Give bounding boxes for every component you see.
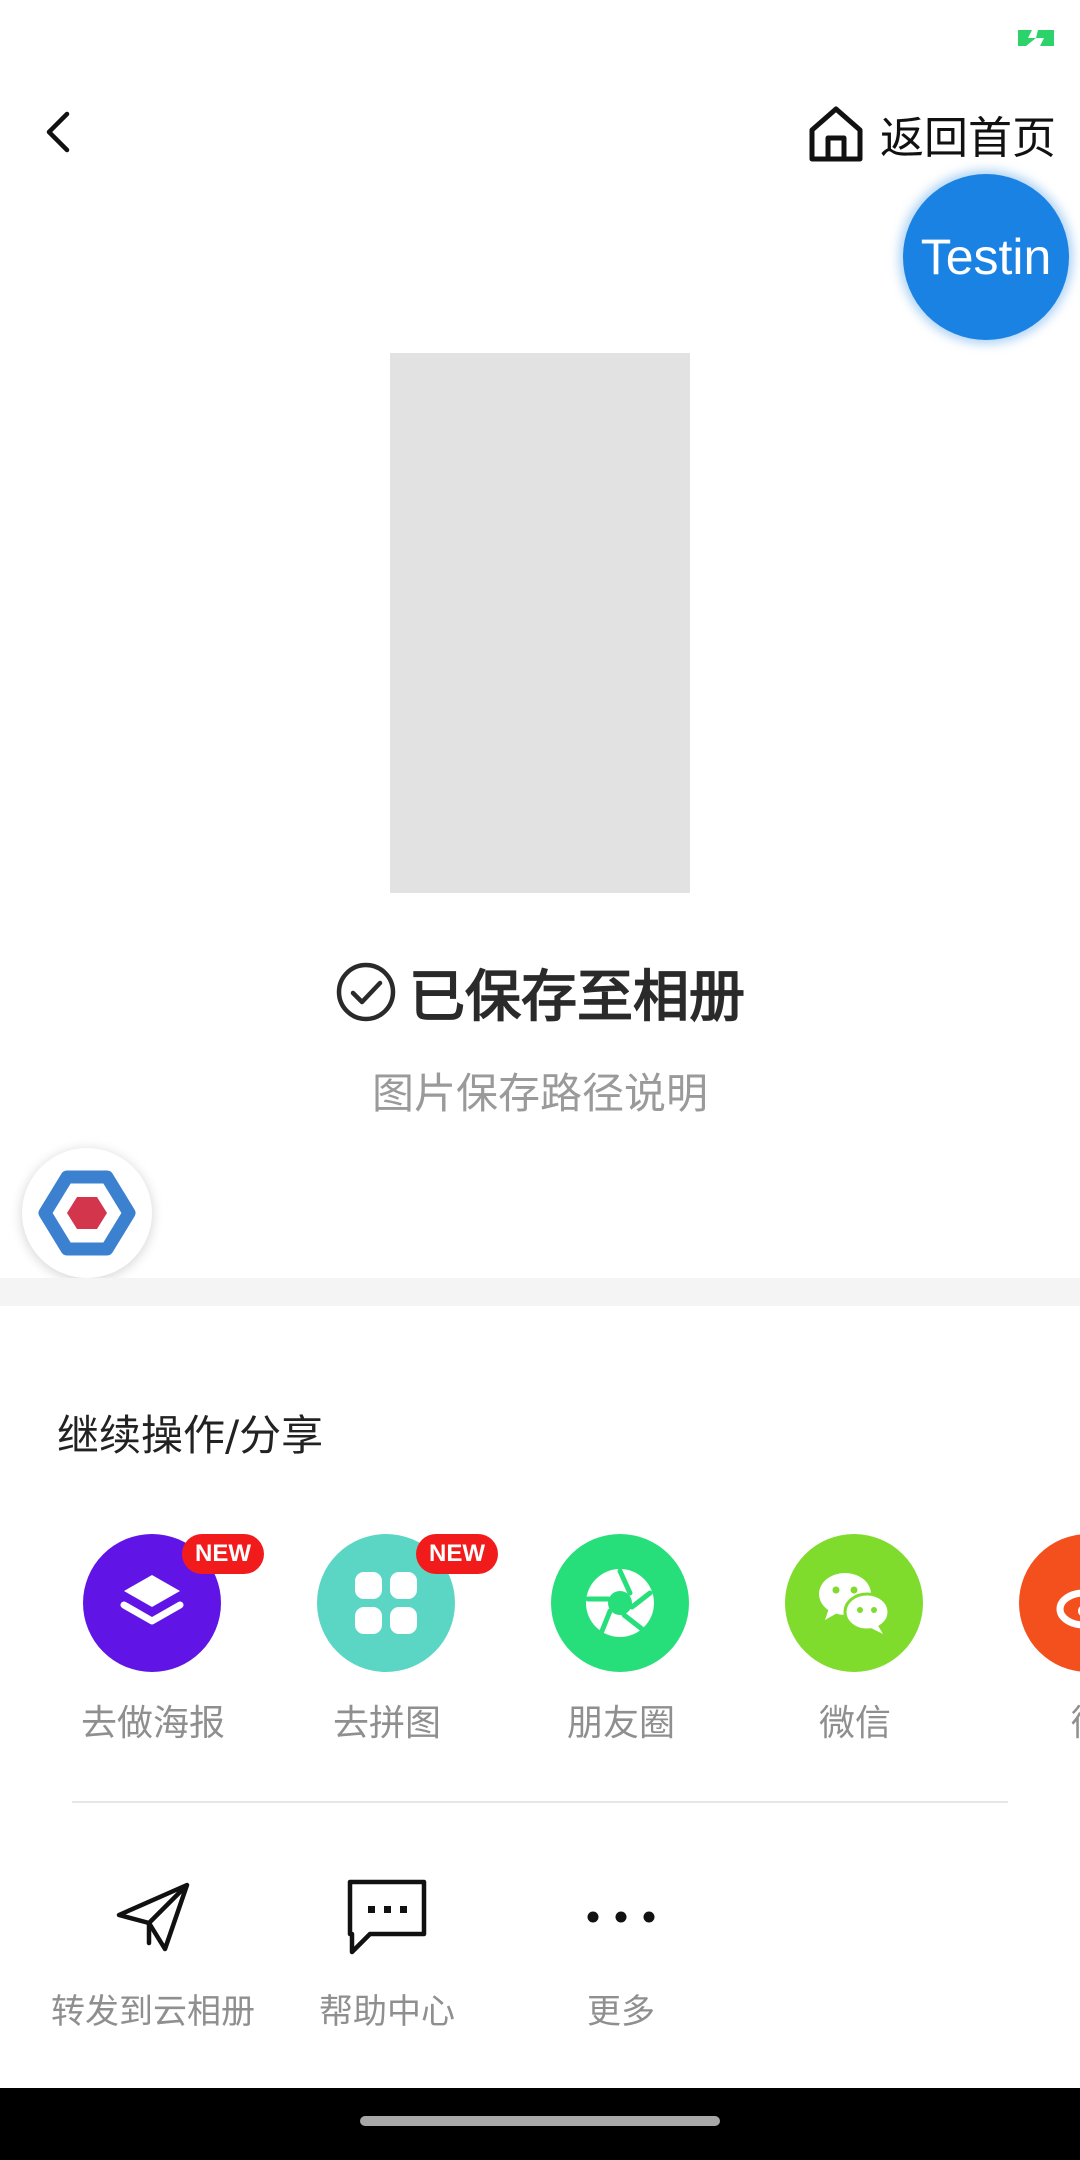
share-section-title: 继续操作/分享 bbox=[57, 1411, 324, 1460]
share-item-circle bbox=[1019, 1534, 1080, 1672]
share-item-label: 微信 bbox=[818, 1703, 891, 1744]
chevron-left-icon bbox=[46, 111, 70, 153]
aperture-icon bbox=[585, 1568, 654, 1637]
share-item-label: 微 bbox=[989, 1694, 1080, 1744]
testin-label: Testin bbox=[920, 229, 1052, 285]
share-item-weibo[interactable]: 微 bbox=[989, 1534, 1080, 1744]
weibo-icon bbox=[1056, 1589, 1080, 1629]
section-separator bbox=[0, 1278, 1080, 1306]
paper-plane-icon bbox=[108, 1872, 198, 1962]
share-item-moments[interactable]: 朋友圈 bbox=[521, 1534, 721, 1744]
saved-status: 已保存至相册 bbox=[0, 950, 1080, 1034]
new-badge: NEW bbox=[416, 1534, 498, 1574]
share-item-wechat[interactable]: 微信 bbox=[755, 1534, 955, 1744]
action-label: 转发到云相册 bbox=[51, 1992, 255, 2032]
back-button[interactable] bbox=[30, 100, 86, 164]
saved-title: 已保存至相册 bbox=[409, 964, 745, 1030]
layers-icon bbox=[120, 1575, 184, 1625]
divider bbox=[72, 1801, 1008, 1803]
share-item-collage[interactable]: NEW 去拼图 bbox=[287, 1534, 498, 1744]
more-dots-icon bbox=[576, 1872, 666, 1962]
new-badge: NEW bbox=[182, 1534, 264, 1574]
action-help-center[interactable]: 帮助中心 bbox=[267, 1872, 507, 2032]
home-icon bbox=[809, 106, 863, 162]
action-forward-cloud-album[interactable]: 转发到云相册 bbox=[33, 1872, 273, 2032]
wechat-icon bbox=[819, 1573, 891, 1634]
action-label: 帮助中心 bbox=[319, 1992, 455, 2032]
grid-icon bbox=[355, 1572, 417, 1634]
battery-charging-icon bbox=[1016, 28, 1056, 48]
share-item-poster[interactable]: NEW 去做海报 bbox=[53, 1534, 264, 1744]
action-label: 更多 bbox=[587, 1992, 655, 2032]
share-item-label: 朋友圈 bbox=[566, 1703, 675, 1744]
floating-assistant-button[interactable] bbox=[22, 1148, 152, 1278]
check-circle-icon bbox=[336, 962, 396, 1022]
chat-bubble-icon bbox=[342, 1872, 432, 1962]
share-item-circle bbox=[785, 1534, 923, 1672]
home-indicator[interactable] bbox=[360, 2116, 720, 2126]
testin-floating-badge[interactable]: Testin bbox=[903, 174, 1069, 340]
share-item-label: 去做海报 bbox=[80, 1703, 225, 1744]
return-home-label: 返回首页 bbox=[880, 113, 1056, 164]
hexagon-logo-icon bbox=[38, 1170, 136, 1256]
share-item-circle bbox=[551, 1534, 689, 1672]
saved-image-preview[interactable] bbox=[390, 353, 690, 893]
return-home-button[interactable]: 返回首页 bbox=[806, 98, 1056, 170]
save-path-link[interactable]: 图片保存路径说明 bbox=[0, 1060, 1080, 1120]
action-more[interactable]: 更多 bbox=[501, 1872, 741, 2032]
share-item-label: 去拼图 bbox=[332, 1703, 441, 1744]
